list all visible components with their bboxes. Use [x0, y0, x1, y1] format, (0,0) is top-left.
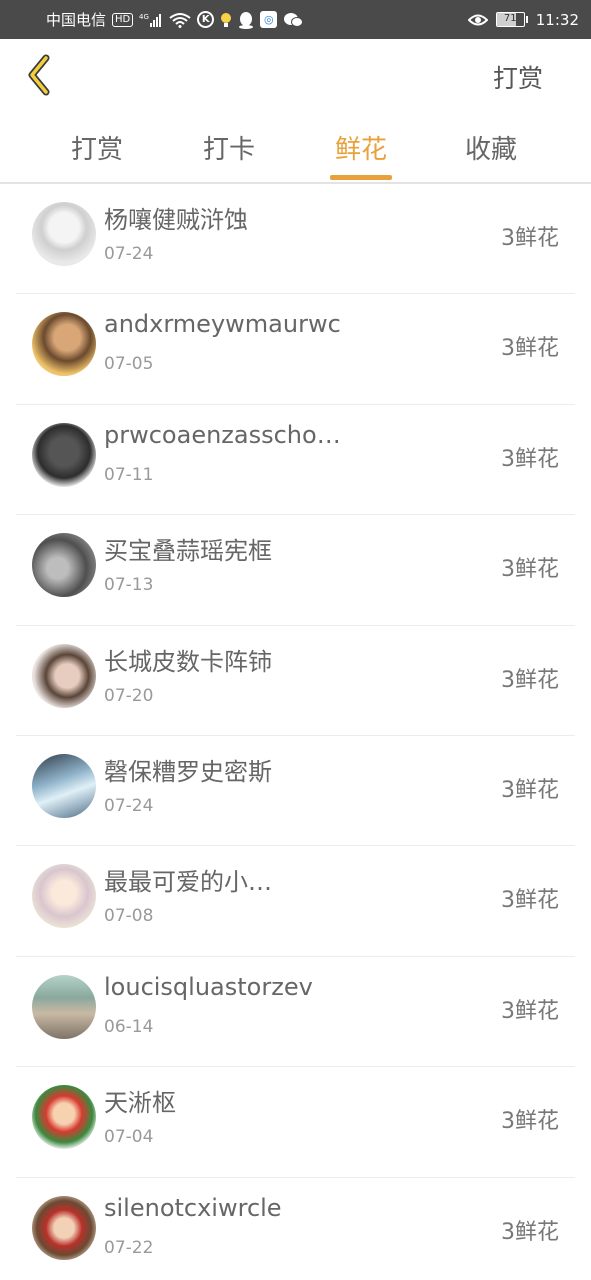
browser-icon: ◎: [260, 11, 278, 28]
flower-count: 3鲜花: [501, 888, 559, 914]
user-name: 买宝叠蒜瑶宪框: [104, 537, 272, 566]
date: 07-05: [104, 354, 154, 375]
list-item[interactable]: silenotcxiwrcle 07-22 3鲜花: [16, 1178, 575, 1280]
user-name: 杨嚷健贼浒蚀: [104, 206, 248, 234]
user-name: 磬保糟罗史密斯: [104, 757, 272, 786]
list-item[interactable]: 长城皮数卡阵铈 07-20 3鲜花: [16, 626, 575, 736]
network-type: 4G: [139, 13, 149, 21]
eye-icon: [467, 13, 488, 27]
signal-icon: 4G: [139, 12, 163, 28]
list-item[interactable]: 杨嚷健贼浒蚀 07-24 3鲜花: [16, 184, 575, 295]
tab-reward[interactable]: 打赏: [59, 129, 135, 166]
avatar[interactable]: [32, 422, 96, 487]
user-name: andxrmeywmaurwc: [104, 310, 341, 339]
date: 06-14: [104, 1016, 154, 1037]
list-item[interactable]: 磬保糟罗史密斯 07-24 3鲜花: [16, 736, 575, 847]
date: 07-22: [104, 1237, 154, 1258]
battery-level: 71: [503, 13, 517, 24]
date: 07-08: [104, 906, 154, 927]
date: 07-20: [104, 685, 154, 706]
battery-icon: 71: [495, 12, 528, 27]
wechat-icon: [283, 12, 304, 28]
carrier-label: 中国电信: [46, 11, 107, 29]
tab-bar: 打赏 打卡 鲜花 收藏: [0, 111, 591, 183]
list-item[interactable]: 最最可爱的小… 07-08 3鲜花: [16, 846, 575, 957]
active-tab-indicator: [330, 175, 392, 180]
avatar[interactable]: [32, 202, 96, 266]
bulb-icon: [220, 12, 232, 28]
status-right: 71 11:32: [467, 10, 579, 29]
avatar[interactable]: [32, 1195, 96, 1260]
list-item[interactable]: 天淅枢 07-04 3鲜花: [16, 1067, 575, 1178]
flower-count: 3鲜花: [501, 777, 559, 803]
user-name: loucisqluastorzev: [104, 972, 313, 1001]
user-name: silenotcxiwrcle: [104, 1193, 282, 1222]
status-bar: 中国电信 HD 4G K ◎ 71 11:32: [0, 0, 591, 39]
avatar[interactable]: [32, 864, 96, 929]
date: 07-13: [104, 575, 154, 596]
tab-checkin[interactable]: 打卡: [191, 129, 267, 166]
flower-count: 3鲜花: [501, 446, 559, 472]
header: 打赏: [0, 39, 591, 111]
user-name: 最最可爱的小…: [104, 868, 272, 897]
back-button[interactable]: [22, 53, 56, 97]
avatar[interactable]: [32, 312, 96, 377]
flower-count: 3鲜花: [501, 1219, 559, 1245]
list-item[interactable]: loucisqluastorzev 06-14 3鲜花: [16, 957, 575, 1068]
avatar[interactable]: [32, 753, 96, 818]
flower-count: 3鲜花: [501, 667, 559, 693]
flower-count: 3鲜花: [501, 336, 559, 362]
reward-action-button[interactable]: 打赏: [493, 59, 543, 95]
avatar[interactable]: [32, 533, 96, 598]
chevron-left-icon: [28, 54, 50, 96]
clock: 11:32: [535, 10, 579, 29]
avatar[interactable]: [32, 1085, 96, 1150]
flower-count: 3鲜花: [501, 226, 559, 251]
wifi-icon: [169, 12, 191, 28]
user-name: 天淅枢: [104, 1089, 176, 1118]
date: 07-04: [104, 1127, 154, 1148]
flower-count: 3鲜花: [501, 998, 559, 1024]
list-item[interactable]: 买宝叠蒜瑶宪框 07-13 3鲜花: [16, 515, 575, 626]
flower-count: 3鲜花: [501, 1109, 559, 1135]
hd-icon: HD: [112, 12, 134, 27]
status-left: 中国电信 HD 4G K ◎: [46, 9, 304, 30]
user-name: 长城皮数卡阵铈: [104, 647, 272, 676]
list-item[interactable]: andxrmeywmaurwc 07-05 3鲜花: [16, 294, 575, 405]
flower-count: 3鲜花: [501, 557, 559, 583]
avatar[interactable]: [32, 643, 96, 708]
qq-icon: [238, 11, 254, 29]
user-name: prwcoaenzasscho…: [104, 420, 341, 449]
date: 07-24: [104, 795, 154, 816]
date: 07-24: [104, 244, 154, 264]
avatar[interactable]: [32, 974, 96, 1039]
date: 07-11: [104, 464, 154, 485]
k-app-icon: K: [197, 11, 215, 28]
tab-favorites[interactable]: 收藏: [453, 129, 529, 166]
tab-flowers[interactable]: 鲜花: [323, 129, 399, 166]
list-item[interactable]: prwcoaenzasscho… 07-11 3鲜花: [16, 405, 575, 516]
flower-list: 杨嚷健贼浒蚀 07-24 3鲜花 andxrmeywmaurwc 07-05 3…: [0, 184, 591, 1280]
